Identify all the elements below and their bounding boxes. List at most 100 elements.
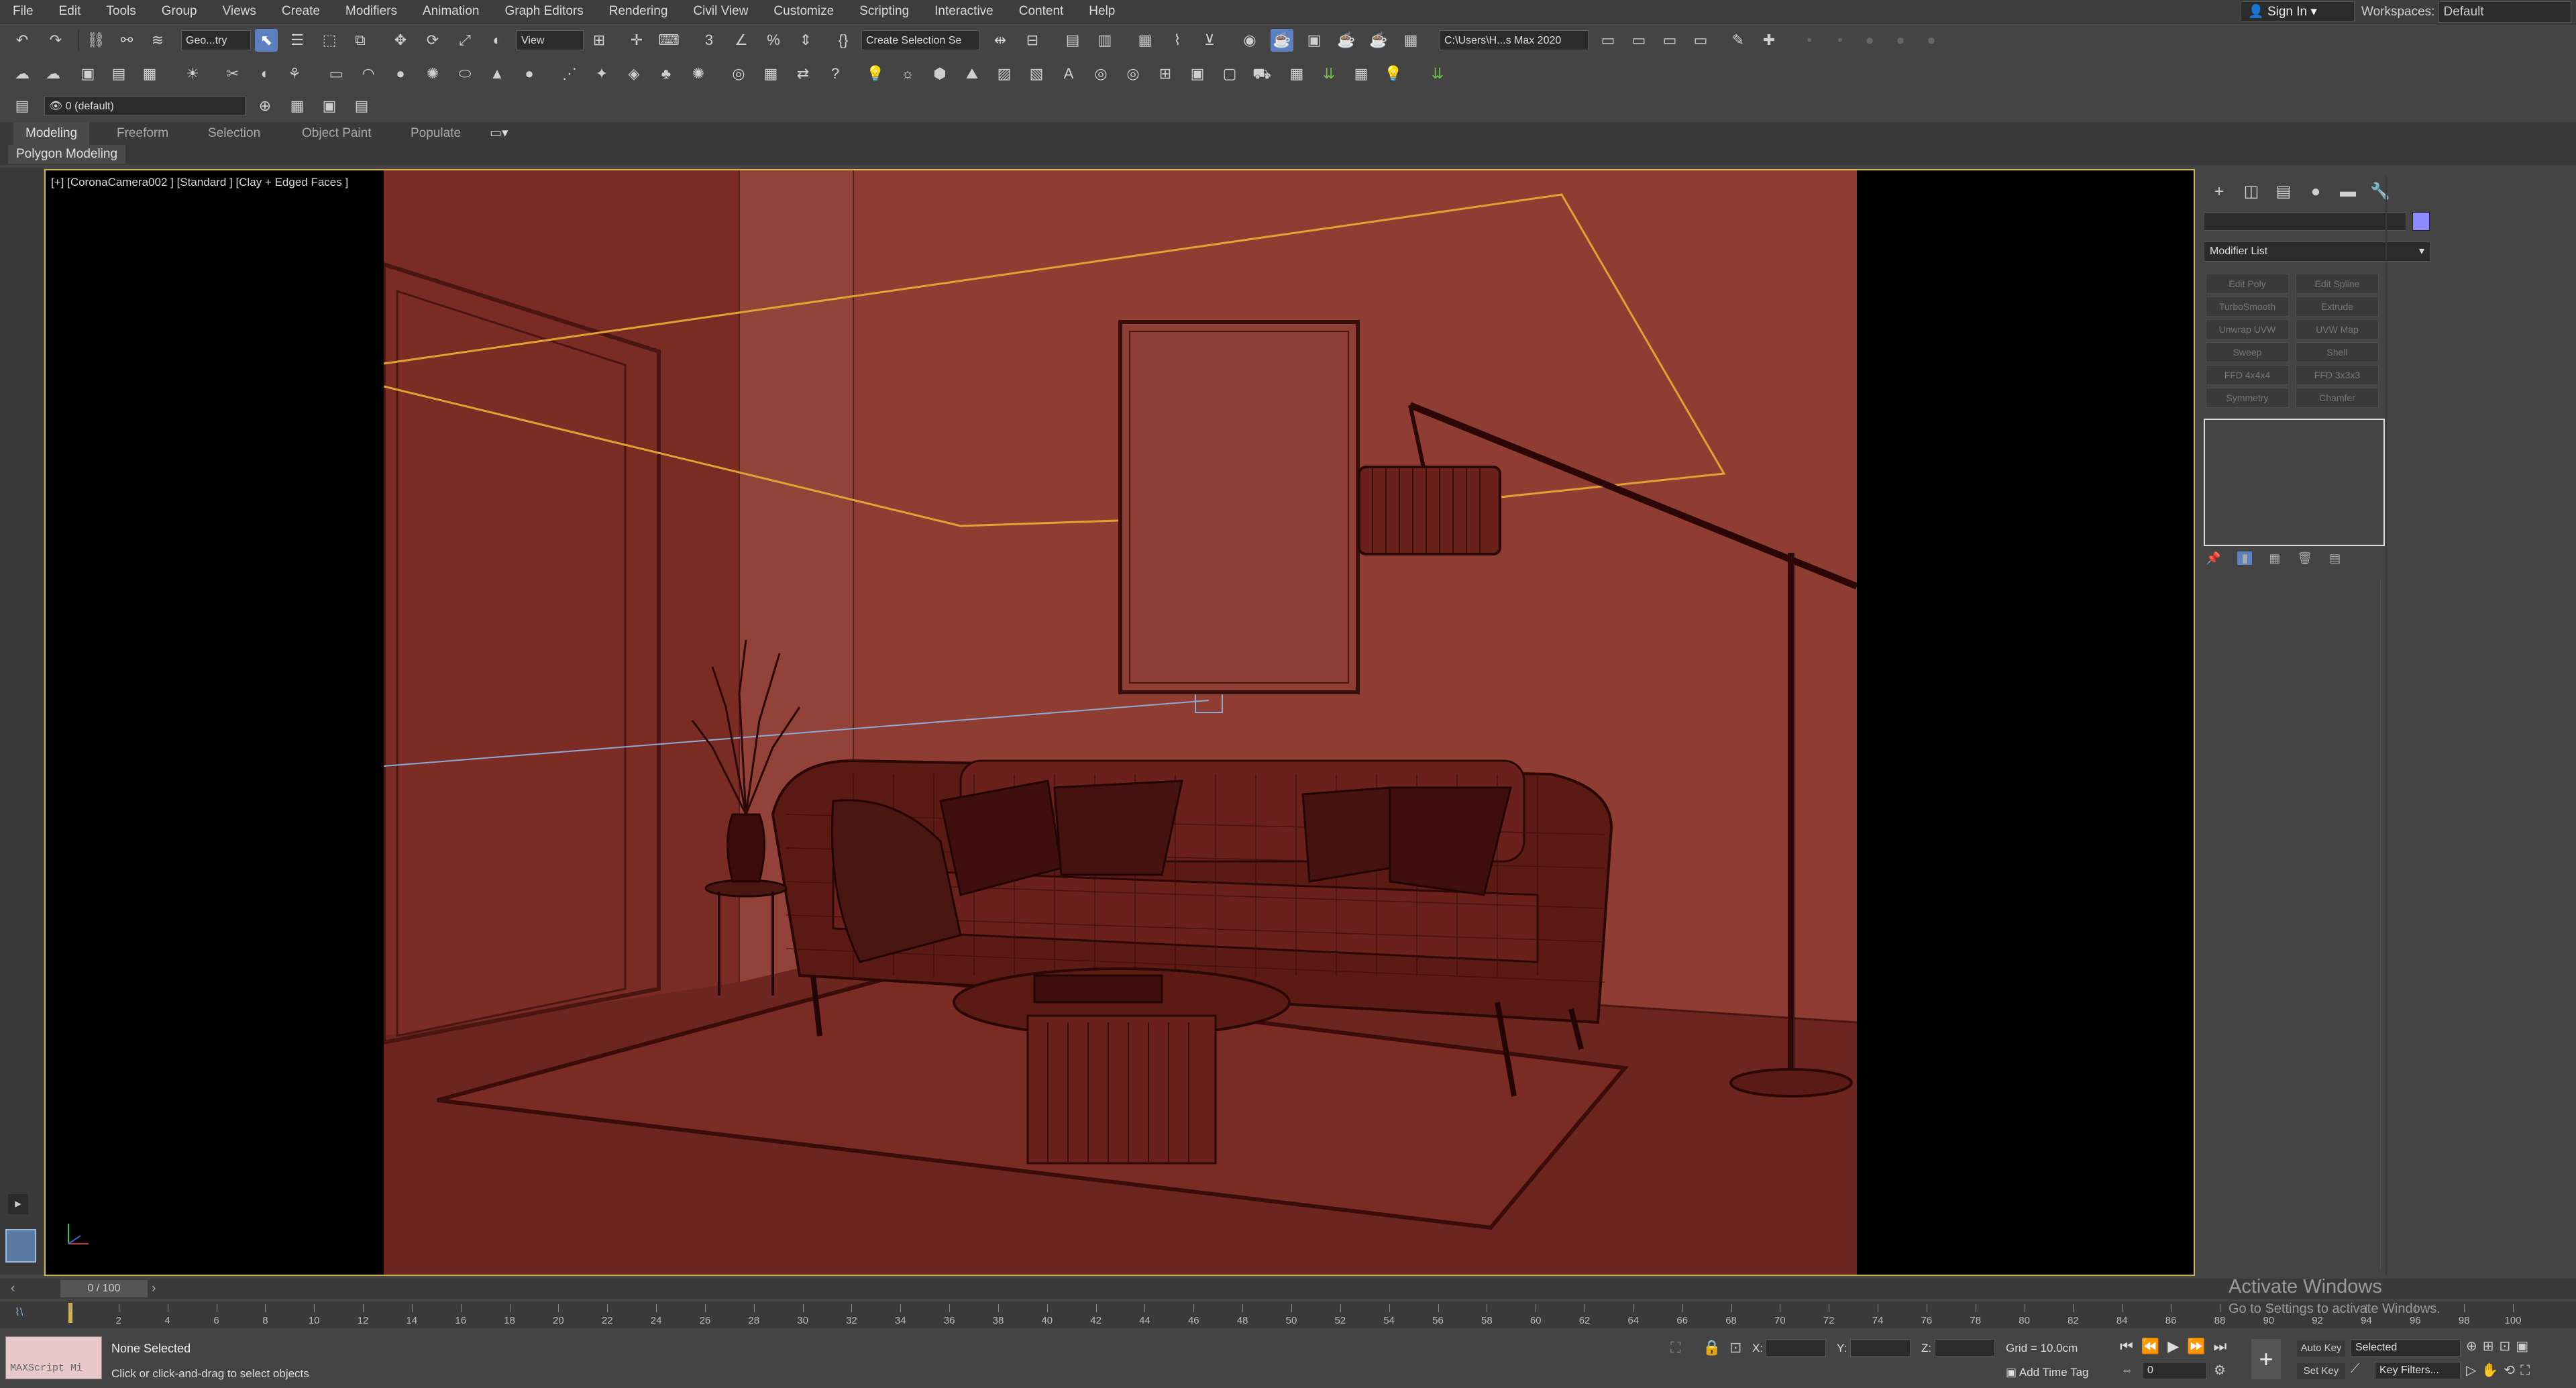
pan-icon[interactable]: ✋ xyxy=(2481,1363,2504,1378)
light-lister-icon[interactable]: ☀ xyxy=(181,62,204,85)
track-bar[interactable]: ⌇\ 2 4 6 8 10 12 14 16 18 20 22 24 26 28 30 32 34 36 38 40 4… xyxy=(0,1301,2576,1328)
decal-icon[interactable]: ✦ xyxy=(590,62,613,85)
checker-icon[interactable]: ▦ xyxy=(1285,62,1308,85)
slider-right-arrow-icon[interactable]: › xyxy=(152,1281,156,1296)
modifier-button-ffd-4x4x4[interactable]: FFD 4x4x4 xyxy=(2206,365,2289,385)
pivot-center-icon[interactable]: ⊞ xyxy=(588,29,610,52)
sun-icon[interactable]: ✺ xyxy=(421,62,444,85)
layers-icon[interactable]: ▤ xyxy=(107,62,130,85)
edit-named-selection-icon[interactable]: {} xyxy=(832,29,855,52)
container-close-icon[interactable]: ▭ xyxy=(1658,29,1681,52)
sign-in-dropdown[interactable]: 👤 Sign In ▾ xyxy=(2241,1,2355,21)
motion-tab-icon[interactable]: ● xyxy=(2302,178,2329,205)
pin-stack-icon[interactable]: 📌 xyxy=(2206,551,2220,565)
time-config-icon[interactable]: ⇔ xyxy=(2121,1363,2133,1377)
project-folder-dropdown[interactable]: C:\Users\H...s Max 2020 xyxy=(1440,30,1589,50)
camera-icon[interactable]: ⬢ xyxy=(928,62,951,85)
slider-left-arrow-icon[interactable]: ‹ xyxy=(11,1281,15,1296)
rendered-frame-window-icon[interactable]: ▣ xyxy=(1303,29,1326,52)
font-icon[interactable]: A xyxy=(1057,62,1080,85)
make-unique-icon[interactable]: ▦ xyxy=(2269,551,2280,565)
sphere-icon[interactable]: ● xyxy=(1858,29,1881,52)
align-icon[interactable]: ⊟ xyxy=(1021,29,1044,52)
rectangular-selection-icon[interactable]: ⬚ xyxy=(318,29,341,52)
select-in-layer-icon[interactable]: ▣ xyxy=(318,95,341,117)
cloud-icon[interactable]: ☁ xyxy=(42,62,64,85)
ribbon-options-icon[interactable]: ▭▾ xyxy=(490,122,508,145)
screenshot-icon[interactable]: ▣ xyxy=(1186,62,1209,85)
curve-editor-icon[interactable]: ⌇ xyxy=(1166,29,1189,52)
ball-icon[interactable]: ● xyxy=(518,62,541,85)
key-mode-icon[interactable]: ⚙ xyxy=(2214,1362,2226,1379)
ribbon-tab-freeform[interactable]: Freeform xyxy=(117,122,168,145)
car-icon[interactable]: ⛟ xyxy=(1250,62,1273,85)
select-by-name-icon[interactable]: ☰ xyxy=(286,29,309,52)
select-manipulate-icon[interactable]: ✛ xyxy=(625,29,648,52)
modifier-button-extrude[interactable]: Extrude xyxy=(2296,297,2379,317)
polygon-modeling-panel[interactable]: Polygon Modeling xyxy=(8,145,126,164)
menu-edit[interactable]: Edit xyxy=(46,0,94,23)
ribbon-tab-populate[interactable]: Populate xyxy=(411,122,461,145)
selection-filter-dropdown[interactable]: Geo...try xyxy=(181,30,251,50)
next-frame-icon[interactable]: ⏩ xyxy=(2187,1338,2213,1354)
add-time-tag[interactable]: ▣ Add Time Tag xyxy=(2006,1366,2089,1379)
menu-rendering[interactable]: Rendering xyxy=(596,0,681,23)
move-icon[interactable]: ✥ xyxy=(389,29,412,52)
sphere-light-icon[interactable]: ● xyxy=(389,62,412,85)
sphere-icon[interactable]: ● xyxy=(1889,29,1912,52)
display-tab-icon[interactable]: ▬ xyxy=(2334,178,2361,205)
set-key-button[interactable]: Set Key xyxy=(2297,1363,2345,1379)
utilities-tab-icon[interactable]: 🔧 xyxy=(2367,178,2394,205)
volume-icon[interactable]: ◈ xyxy=(623,62,645,85)
workspace-dropdown[interactable]: Default xyxy=(2438,1,2572,23)
menu-scripting[interactable]: Scripting xyxy=(847,0,922,23)
container-icon[interactable]: ▭ xyxy=(1597,29,1619,52)
menu-views[interactable]: Views xyxy=(210,0,269,23)
redo-icon[interactable]: ↷ xyxy=(44,29,67,52)
ribbon-tab-selection[interactable]: Selection xyxy=(208,122,260,145)
disc-icon[interactable]: ⬭ xyxy=(453,62,476,85)
layered-icon[interactable]: ▧ xyxy=(1025,62,1048,85)
zoom-extents-all-icon[interactable]: ▣ xyxy=(2516,1339,2534,1354)
current-layer-dropdown[interactable]: 👁 0 (default) xyxy=(44,96,246,116)
maximize-viewport-icon[interactable]: ⛶ xyxy=(2520,1363,2535,1378)
menu-create[interactable]: Create xyxy=(269,0,333,23)
cone-icon[interactable]: ▲ xyxy=(486,62,508,85)
checker-icon[interactable]: ▦ xyxy=(1350,62,1373,85)
angle-snap-icon[interactable]: ∠ xyxy=(730,29,753,52)
workspaces-selector[interactable]: Workspaces: Default xyxy=(2361,1,2576,23)
modify-tab-icon[interactable]: ◫ xyxy=(2238,178,2265,205)
set-key-plus-icon[interactable]: + xyxy=(2251,1339,2281,1379)
material-library-icon[interactable]: ▦ xyxy=(759,62,782,85)
material-sphere-icon[interactable]: ◎ xyxy=(727,62,750,85)
layer-manager-icon[interactable]: ▤ xyxy=(11,95,34,117)
modifier-button-ffd-3x3x3[interactable]: FFD 3x3x3 xyxy=(2296,365,2379,385)
named-selection-set-dropdown[interactable]: Create Selection Se xyxy=(861,30,979,50)
frame-buffer-icon[interactable]: ▦ xyxy=(138,62,161,85)
window-crossing-icon[interactable]: ⧉ xyxy=(349,29,372,52)
scrollbar[interactable] xyxy=(2380,580,2381,1271)
cut-icon[interactable]: ✂ xyxy=(221,62,244,85)
render-setup-icon[interactable]: ☕ xyxy=(1271,29,1293,52)
modifier-button-sweep[interactable]: Sweep xyxy=(2206,342,2289,362)
proxy-icon[interactable]: ◖ xyxy=(252,62,275,85)
modifier-button-turbosmooth[interactable]: TurboSmooth xyxy=(2206,297,2289,317)
tree-icon[interactable]: ♣ xyxy=(655,62,678,85)
remove-modifier-icon[interactable]: 🗑 xyxy=(2297,551,2312,565)
modifier-stack[interactable] xyxy=(2204,419,2385,546)
go-to-end-icon[interactable]: ⏭ xyxy=(2214,1338,2235,1354)
zoom-icon[interactable]: ⊕ xyxy=(2466,1339,2483,1354)
menu-tools[interactable]: Tools xyxy=(93,0,148,23)
render-elements-icon[interactable]: ⛰ xyxy=(961,62,983,85)
teapot-icon[interactable]: ☁ xyxy=(11,62,34,85)
schematic-view-icon[interactable]: ⊻ xyxy=(1198,29,1221,52)
key-filters-button[interactable]: Key Filters... xyxy=(2375,1362,2461,1379)
modifier-button-unwrap-uvw[interactable]: Unwrap UVW xyxy=(2206,319,2289,339)
lock-icon[interactable]: 🔒 xyxy=(1703,1339,1721,1356)
help-icon[interactable]: ? xyxy=(824,62,847,85)
menu-civil-view[interactable]: Civil View xyxy=(680,0,761,23)
key-filter-icon[interactable]: ⟋ xyxy=(2351,1362,2359,1377)
brush-tool-icon[interactable]: ✎ xyxy=(1727,29,1750,52)
fur-icon[interactable]: ⋰ xyxy=(558,62,581,85)
double-chevron-icon[interactable]: ⇊ xyxy=(1318,62,1340,85)
